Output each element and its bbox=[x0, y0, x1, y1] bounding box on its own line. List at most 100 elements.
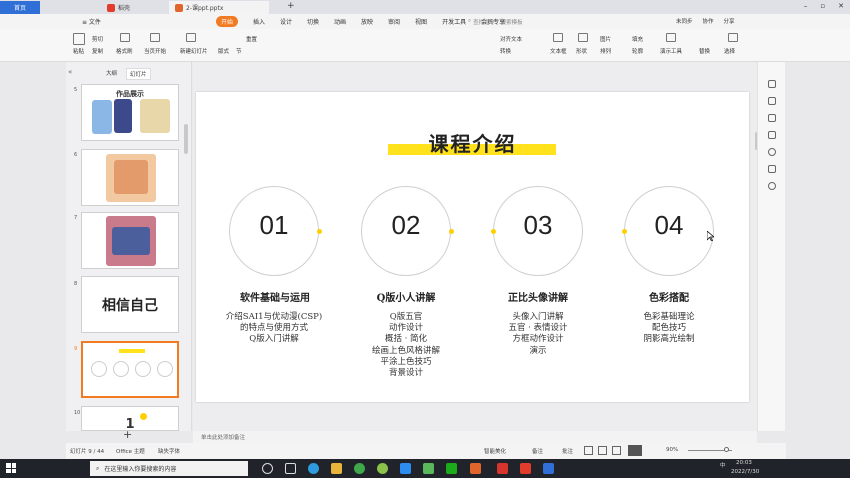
collapse-panel-button[interactable]: « bbox=[68, 68, 72, 76]
home-tab[interactable]: 首页 bbox=[0, 1, 40, 14]
slide-thumbnail-7[interactable] bbox=[81, 212, 179, 269]
restore-button[interactable]: ▫ bbox=[820, 2, 825, 10]
zoom-slider-handle[interactable] bbox=[724, 447, 729, 452]
command-search[interactable]: ⌕ 查找命令、搜索模板 bbox=[468, 17, 538, 26]
collab-button[interactable]: 协作 bbox=[703, 17, 714, 25]
wechat-icon[interactable] bbox=[446, 463, 457, 474]
app-icon[interactable] bbox=[423, 463, 434, 474]
property-icon[interactable] bbox=[768, 80, 776, 88]
pptx-file-icon bbox=[175, 3, 183, 12]
play-current-button[interactable]: 当页开始 bbox=[144, 47, 166, 55]
help-icon[interactable] bbox=[768, 148, 776, 156]
convert-button[interactable]: 转换 bbox=[500, 47, 511, 55]
select-button[interactable]: 选择 bbox=[724, 47, 735, 55]
thumb-circle bbox=[135, 361, 151, 377]
normal-view-icon[interactable] bbox=[584, 446, 593, 455]
new-tab-button[interactable]: + bbox=[287, 1, 295, 11]
reading-view-icon[interactable] bbox=[612, 446, 621, 455]
input-language[interactable]: 中 bbox=[720, 461, 726, 469]
replace-button[interactable]: 替换 bbox=[699, 47, 710, 55]
menu-review[interactable]: 审阅 bbox=[388, 17, 400, 26]
outline-button[interactable]: 轮廓 bbox=[632, 47, 643, 55]
menu-design[interactable]: 设计 bbox=[280, 17, 292, 26]
format-painter-button[interactable]: 格式刷 bbox=[116, 47, 133, 55]
menu-developer[interactable]: 开发工具 bbox=[442, 17, 466, 26]
share-icon[interactable] bbox=[768, 165, 776, 173]
present-tools-button[interactable]: 演示工具 bbox=[660, 47, 682, 55]
picture-button[interactable]: 图片 bbox=[600, 35, 611, 43]
taskbar-search[interactable]: ⌕ 在这里输入你要搜索的内容 bbox=[90, 461, 248, 476]
pin-icon[interactable] bbox=[768, 114, 776, 122]
missing-font-button[interactable]: 缺失字体 bbox=[158, 447, 180, 455]
thumbnail-scrollbar[interactable] bbox=[184, 124, 188, 154]
chrome-icon[interactable] bbox=[354, 463, 365, 474]
animation-icon[interactable] bbox=[768, 131, 776, 139]
sorter-view-icon[interactable] bbox=[598, 446, 607, 455]
notes-toggle-button[interactable]: 备注 bbox=[532, 447, 543, 455]
slide-thumbnail-6[interactable] bbox=[81, 149, 179, 206]
item-heading-04: 色彩搭配 bbox=[649, 293, 689, 304]
location-icon[interactable] bbox=[768, 182, 776, 190]
transition-icon[interactable] bbox=[768, 97, 776, 105]
item-line: 介绍SAI1与优动漫(CSP) bbox=[225, 312, 323, 322]
clock-date[interactable]: 2022/7/30 bbox=[731, 469, 759, 475]
outline-tab[interactable]: 大纲 bbox=[106, 69, 117, 77]
task-view-icon[interactable] bbox=[285, 463, 296, 474]
menu-animation[interactable]: 动画 bbox=[334, 17, 346, 26]
file-menu[interactable]: ≡ 文件 bbox=[82, 17, 101, 26]
share-button[interactable]: 分享 bbox=[724, 17, 735, 25]
menu-insert[interactable]: 插入 bbox=[253, 17, 265, 26]
file-explorer-icon[interactable] bbox=[331, 463, 342, 474]
wps-icon[interactable] bbox=[497, 463, 508, 474]
menu-slideshow[interactable]: 放映 bbox=[361, 17, 373, 26]
cortana-icon[interactable] bbox=[262, 463, 273, 474]
windows-start-icon[interactable] bbox=[6, 463, 16, 473]
text-box-button[interactable]: 文本框 bbox=[550, 47, 567, 55]
layout-button[interactable]: 版式 bbox=[218, 47, 229, 55]
home-tab-label: 首页 bbox=[13, 5, 26, 12]
file-tab[interactable]: 2-课ppt.pptx bbox=[169, 1, 269, 14]
app-icon[interactable] bbox=[377, 463, 388, 474]
current-slide[interactable]: 课程介绍 01 软件基础与运用 介绍SAI1与优动漫(CSP) 的特点与使用方式… bbox=[196, 92, 749, 402]
taskbar-search-placeholder: 在这里输入你要搜索的内容 bbox=[104, 466, 177, 473]
notes-bar[interactable]: 单击此处添加备注 bbox=[193, 431, 757, 443]
item-line: 方框动作设计 bbox=[512, 334, 564, 345]
slide-thumbnail-8[interactable]: 相信自己 bbox=[81, 276, 179, 333]
wps-presentation-icon[interactable] bbox=[470, 463, 481, 474]
cut-button[interactable]: 剪切 bbox=[92, 35, 103, 43]
dao-tab[interactable]: 稻壳 bbox=[101, 1, 168, 14]
arrange-button[interactable]: 排列 bbox=[600, 47, 611, 55]
new-slide-button[interactable]: 新建幻灯片 bbox=[180, 47, 208, 55]
comments-button[interactable]: 批注 bbox=[562, 447, 573, 455]
item-dot bbox=[491, 229, 496, 234]
artwork-image bbox=[114, 99, 132, 133]
smart-beautify-button[interactable]: 智能美化 bbox=[484, 447, 506, 455]
add-slide-button[interactable]: + bbox=[123, 428, 132, 441]
edge-browser-icon[interactable] bbox=[308, 463, 319, 474]
menu-view[interactable]: 视图 bbox=[415, 17, 427, 26]
slide-thumbnail-5[interactable]: 作品展示 bbox=[81, 84, 179, 141]
item-line: 演示 bbox=[529, 345, 547, 356]
section-button[interactable]: 节 bbox=[236, 47, 242, 55]
clock-time[interactable]: 20:03 bbox=[736, 460, 752, 466]
minimize-button[interactable]: – bbox=[804, 2, 808, 10]
menu-transition[interactable]: 切换 bbox=[307, 17, 319, 26]
reset-button[interactable]: 重置 bbox=[246, 35, 257, 43]
item-line: 阴影高光绘制 bbox=[643, 334, 695, 345]
close-button[interactable]: ✕ bbox=[838, 2, 844, 10]
menu-start[interactable]: 开始 bbox=[215, 16, 238, 27]
sync-status[interactable]: 未同步 bbox=[676, 17, 693, 25]
app-icon[interactable] bbox=[400, 463, 411, 474]
app-icon[interactable] bbox=[520, 463, 531, 474]
slide-thumbnail-9[interactable] bbox=[81, 341, 179, 398]
align-text-button[interactable]: 对齐文本 bbox=[500, 35, 522, 43]
paste-button[interactable]: 粘贴 bbox=[73, 47, 84, 55]
play-slideshow-icon[interactable] bbox=[628, 445, 642, 456]
fill-button[interactable]: 填充 bbox=[632, 35, 643, 43]
item-line: 五官 · 表情设计 bbox=[508, 323, 568, 334]
copy-button[interactable]: 复制 bbox=[92, 47, 103, 55]
app-icon[interactable] bbox=[543, 463, 554, 474]
slides-tab[interactable]: 幻灯片 bbox=[126, 68, 151, 80]
shape-button[interactable]: 形状 bbox=[576, 47, 587, 55]
ribbon-toolbar: 粘贴 剪切 复制 格式刷 当页开始 新建幻灯片 版式 节 重置 对齐文本 转换 … bbox=[0, 29, 850, 62]
